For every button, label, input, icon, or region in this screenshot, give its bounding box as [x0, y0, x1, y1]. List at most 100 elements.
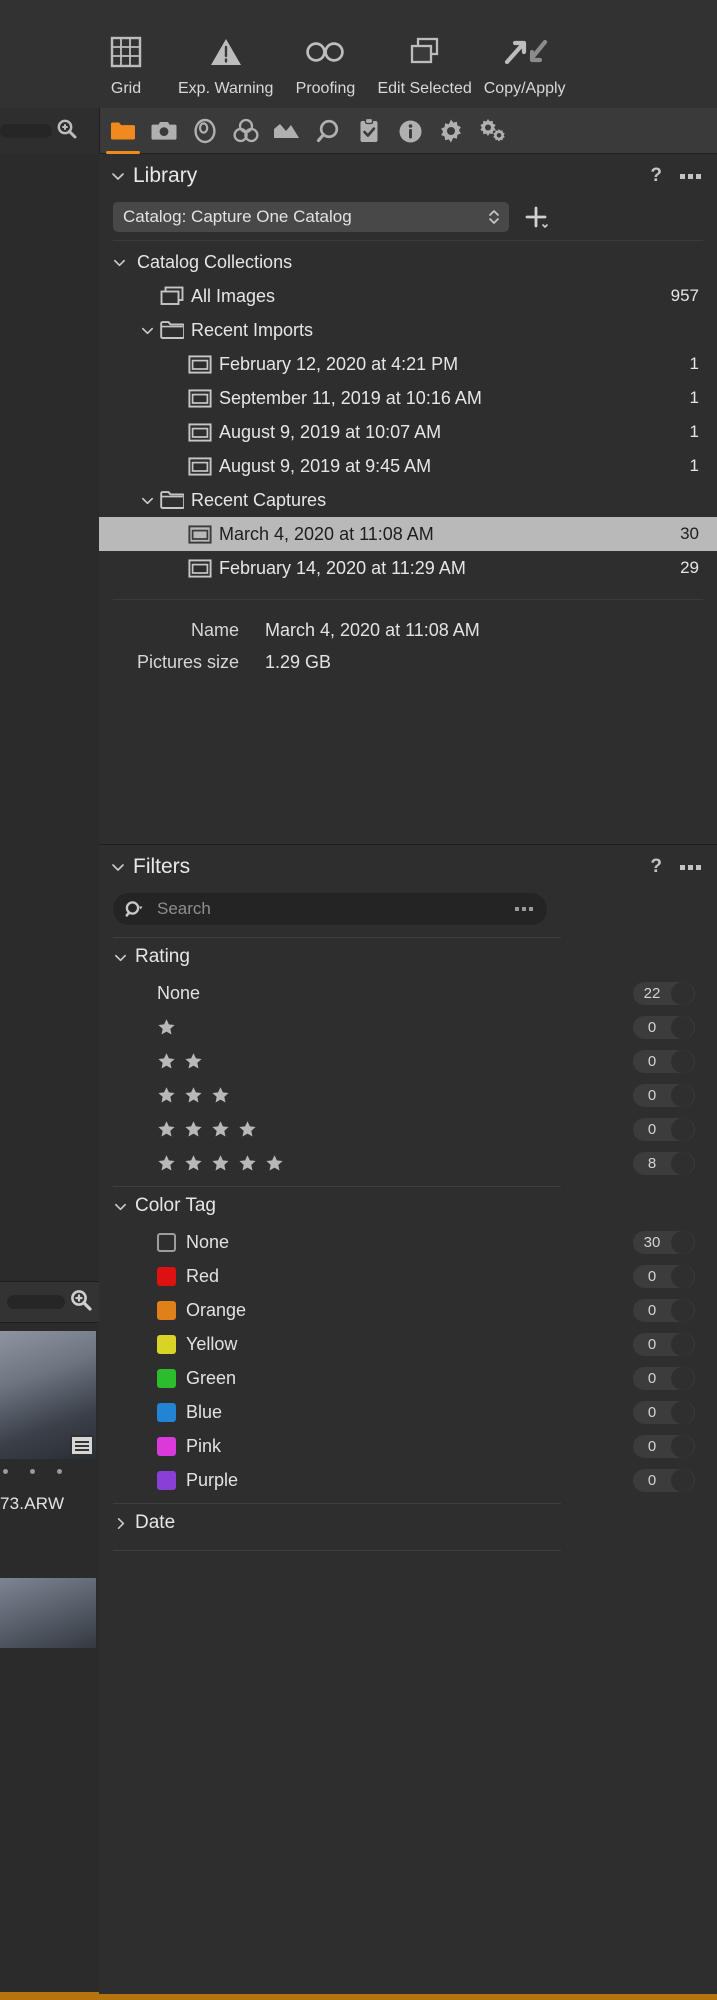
color-tag-count-toggle[interactable]: 0 — [633, 1434, 695, 1458]
color-tag-count-toggle[interactable]: 0 — [633, 1264, 695, 1288]
chevron-down-icon[interactable] — [107, 168, 129, 184]
rating-count-toggle[interactable]: 0 — [633, 1083, 695, 1107]
toggle-knob[interactable] — [671, 1151, 694, 1175]
color-tag-filter-row[interactable]: Yellow 0 — [99, 1327, 717, 1361]
toggle-knob[interactable] — [671, 1083, 694, 1107]
tree-row[interactable]: Recent Imports — [99, 313, 717, 347]
color-tag-count-toggle[interactable]: 0 — [633, 1468, 695, 1492]
lens-tab[interactable] — [191, 116, 219, 146]
date-section-header[interactable]: Date — [99, 1504, 717, 1542]
rating-filter-row[interactable]: 0 — [99, 1078, 717, 1112]
search-input[interactable]: Search — [113, 893, 547, 925]
library-section-header[interactable]: Library ? — [99, 154, 717, 198]
browser-thumbnail[interactable] — [0, 1331, 96, 1459]
rating-count-toggle[interactable]: 8 — [633, 1151, 695, 1175]
filters-section-header[interactable]: Filters ? — [99, 845, 717, 889]
filters-menu-icon[interactable] — [680, 864, 701, 870]
tree-row[interactable]: August 9, 2019 at 9:45 AM 1 — [99, 449, 717, 483]
search-options-icon[interactable] — [515, 907, 533, 911]
toggle-knob[interactable] — [671, 1298, 694, 1322]
toggle-knob[interactable] — [671, 1366, 694, 1390]
output-tab[interactable] — [437, 116, 465, 146]
zoom-add-icon[interactable] — [69, 1288, 93, 1317]
toggle-knob[interactable] — [671, 1264, 694, 1288]
toggle-knob[interactable] — [671, 1117, 694, 1141]
rating-section-header[interactable]: Rating — [99, 938, 717, 976]
color-tag-filter-row[interactable]: Red 0 — [99, 1259, 717, 1293]
tree-row[interactable]: March 4, 2020 at 11:08 AM 30 — [99, 517, 717, 551]
rating-filter-row[interactable]: 8 — [99, 1146, 717, 1180]
metadata-tab[interactable] — [396, 116, 424, 146]
browser-search-input[interactable] — [0, 124, 52, 138]
chevron-down-icon[interactable] — [135, 323, 159, 338]
toggle-knob[interactable] — [671, 1468, 694, 1492]
library-tab[interactable] — [106, 116, 140, 154]
color-tag-filter-row[interactable]: Pink 0 — [99, 1429, 717, 1463]
toggle-knob[interactable] — [671, 981, 694, 1005]
chevron-right-icon[interactable] — [109, 1516, 131, 1531]
color-tag-section-header[interactable]: Color Tag — [99, 1187, 717, 1225]
search-icon[interactable] — [125, 900, 147, 918]
rating-filter-row[interactable]: 0 — [99, 1010, 717, 1044]
tree-row[interactable]: August 9, 2019 at 10:07 AM 1 — [99, 415, 717, 449]
toggle-knob[interactable] — [671, 1434, 694, 1458]
zoom-search-icon[interactable] — [56, 118, 78, 145]
rating-count-toggle[interactable]: 0 — [633, 1049, 695, 1073]
color-tag-filter-row[interactable]: Purple 0 — [99, 1463, 717, 1497]
color-tab[interactable] — [232, 116, 260, 146]
toggle-knob[interactable] — [671, 1015, 694, 1039]
star-icon — [157, 1086, 176, 1105]
color-tag-filter-row[interactable]: Blue 0 — [99, 1395, 717, 1429]
color-tag-count-toggle[interactable]: 0 — [633, 1400, 695, 1424]
toggle-knob[interactable] — [671, 1230, 694, 1254]
color-tag-count-toggle[interactable]: 30 — [633, 1230, 695, 1254]
toolbar-item-grid[interactable]: Grid — [80, 30, 172, 98]
rating-count-toggle[interactable]: 0 — [633, 1117, 695, 1141]
help-icon[interactable]: ? — [650, 856, 662, 878]
toolbar-item-copy-apply[interactable]: Copy/Apply — [478, 30, 572, 98]
add-collection-button[interactable] — [523, 204, 549, 230]
tree-row[interactable]: Catalog Collections — [99, 245, 717, 279]
tree-row[interactable]: February 12, 2020 at 4:21 PM 1 — [99, 347, 717, 381]
color-tag-filter-row[interactable]: Green 0 — [99, 1361, 717, 1395]
chevron-down-icon[interactable] — [109, 950, 131, 965]
tree-row[interactable]: Recent Captures — [99, 483, 717, 517]
chevron-updown-icon[interactable] — [487, 206, 501, 228]
toggle-knob[interactable] — [671, 1049, 694, 1073]
adjustments-tab[interactable] — [355, 116, 383, 146]
color-tag-filter-row[interactable]: Orange 0 — [99, 1293, 717, 1327]
toolbar-item-exp-warning[interactable]: Exp. Warning — [172, 30, 279, 98]
chevron-down-icon[interactable] — [135, 493, 159, 508]
browser-filter-input[interactable] — [7, 1295, 65, 1309]
rating-filter-row[interactable]: 0 — [99, 1112, 717, 1146]
color-swatch-icon — [157, 1368, 176, 1388]
catalog-select[interactable]: Catalog: Capture One Catalog — [113, 202, 509, 232]
chevron-down-icon[interactable] — [107, 859, 129, 875]
exposure-tab[interactable] — [273, 116, 301, 146]
tree-row[interactable]: All Images 957 — [99, 279, 717, 313]
color-tag-filter-row[interactable]: None 30 — [99, 1225, 717, 1259]
chevron-down-icon[interactable] — [109, 1199, 131, 1214]
toggle-knob[interactable] — [671, 1332, 694, 1356]
folder-icon — [110, 120, 136, 142]
browser-thumbnail-next[interactable] — [0, 1578, 96, 1648]
rating-filter-row[interactable]: None 22 — [99, 976, 717, 1010]
toggle-knob[interactable] — [671, 1400, 694, 1424]
tree-row[interactable]: September 11, 2019 at 10:16 AM 1 — [99, 381, 717, 415]
color-tag-count-toggle[interactable]: 0 — [633, 1298, 695, 1322]
toolbar-item-edit-selected[interactable]: Edit Selected — [371, 30, 477, 98]
details-tab[interactable] — [314, 116, 342, 146]
toolbar-item-proofing[interactable]: Proofing — [279, 30, 371, 98]
capture-tab[interactable] — [150, 116, 178, 146]
chevron-down-icon[interactable] — [107, 255, 131, 270]
color-tag-count-toggle[interactable]: 0 — [633, 1366, 695, 1390]
help-icon[interactable]: ? — [650, 165, 662, 187]
rating-count-toggle[interactable]: 22 — [633, 981, 695, 1005]
rating-filter-row[interactable]: 0 — [99, 1044, 717, 1078]
color-tag-count-toggle[interactable]: 0 — [633, 1332, 695, 1356]
tree-row[interactable]: February 14, 2020 at 11:29 AM 29 — [99, 551, 717, 585]
rating-count-toggle[interactable]: 0 — [633, 1015, 695, 1039]
library-menu-icon[interactable] — [680, 173, 701, 179]
batch-tab[interactable] — [478, 116, 506, 146]
toolbar-item-label: Proofing — [295, 80, 356, 97]
